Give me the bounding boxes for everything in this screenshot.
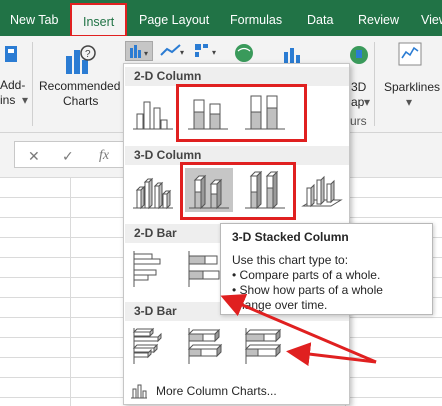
- column-chart-button[interactable]: ▾: [125, 41, 153, 61]
- tooltip-title: 3-D Stacked Column: [232, 230, 349, 244]
- tab-formulas[interactable]: Formulas: [230, 0, 282, 36]
- svg-text:▾: ▾: [180, 48, 184, 57]
- addins-label-line2[interactable]: ins: [0, 93, 15, 108]
- 3d-clustered-bar-option[interactable]: [129, 324, 177, 368]
- tooltip-line: Use this chart type to:: [232, 253, 349, 267]
- insert-function-icon[interactable]: fx: [99, 148, 109, 164]
- 3d-map-label[interactable]: 3D: [351, 80, 366, 95]
- tab-data[interactable]: Data: [307, 0, 333, 36]
- hierarchy-chart-button[interactable]: ▾: [192, 41, 222, 61]
- sparklines-icon[interactable]: [398, 42, 422, 68]
- 3d-100-stacked-column-option[interactable]: [241, 168, 289, 212]
- tab-view[interactable]: View: [421, 0, 442, 36]
- tooltip-line: • Compare parts of a whole.: [232, 268, 381, 282]
- recommended-charts-label-line2[interactable]: Charts: [63, 94, 98, 109]
- tab-new-tab[interactable]: New Tab: [10, 0, 58, 36]
- grid-column-line: [70, 177, 71, 406]
- tooltip-line: change over time.: [232, 298, 328, 312]
- sparklines-label[interactable]: Sparklines: [384, 80, 440, 95]
- tours-group-label: urs: [350, 114, 367, 128]
- addins-label-line1[interactable]: Add-: [0, 78, 25, 93]
- recommended-charts-label-line1[interactable]: Recommended: [39, 79, 120, 94]
- maps-globe-icon[interactable]: [233, 42, 255, 64]
- stacked-column-option[interactable]: [184, 90, 232, 134]
- line-chart-button[interactable]: ▾: [158, 41, 188, 61]
- section-3d-column-header: 3-D Column: [125, 146, 349, 165]
- more-column-charts-link[interactable]: More Column Charts...: [156, 384, 277, 398]
- clustered-column-option[interactable]: [129, 90, 177, 134]
- sparklines-chevron-icon: ▾: [406, 95, 413, 109]
- 100-stacked-column-option[interactable]: [241, 90, 289, 134]
- 3d-map-label-line2[interactable]: ap: [351, 95, 364, 110]
- ribbon-tab-bar: New Tab Insert Page Layout Formulas Data…: [0, 0, 442, 37]
- 3d-column-option[interactable]: [297, 168, 345, 212]
- 3d-100-stacked-bar-option[interactable]: [241, 324, 289, 368]
- more-charts-icon: [130, 383, 148, 399]
- svg-text:▾: ▾: [212, 48, 216, 57]
- tooltip-line: • Show how parts of a whole: [232, 283, 383, 297]
- tab-review[interactable]: Review: [358, 0, 399, 36]
- addins-chevron-icon: ▾: [22, 93, 29, 107]
- addins-icon: [5, 44, 19, 64]
- recommended-charts-icon: ?: [62, 44, 98, 76]
- ribbon-separator: [374, 42, 375, 126]
- section-2d-column-header: 2-D Column: [125, 67, 349, 86]
- clustered-bar-option[interactable]: [129, 247, 177, 291]
- 3d-map-chevron-icon: ▾: [364, 95, 371, 109]
- 3d-stacked-bar-option[interactable]: [184, 324, 232, 368]
- 3d-map-icon[interactable]: [348, 44, 370, 66]
- 3d-stacked-column-option[interactable]: [185, 168, 233, 212]
- cancel-icon[interactable]: ✕: [28, 148, 40, 165]
- svg-text:▾: ▾: [144, 49, 148, 58]
- tab-insert[interactable]: Insert: [70, 3, 128, 37]
- ribbon-separator: [32, 42, 33, 126]
- tab-page-layout[interactable]: Page Layout: [139, 0, 209, 36]
- formula-bar-controls: ✕ ✓ fx: [14, 141, 126, 168]
- chart-type-tooltip: 3-D Stacked Column Use this chart type t…: [220, 223, 433, 315]
- svg-text:?: ?: [85, 49, 91, 60]
- enter-check-icon[interactable]: ✓: [62, 148, 74, 165]
- 3d-clustered-column-option[interactable]: [129, 168, 177, 212]
